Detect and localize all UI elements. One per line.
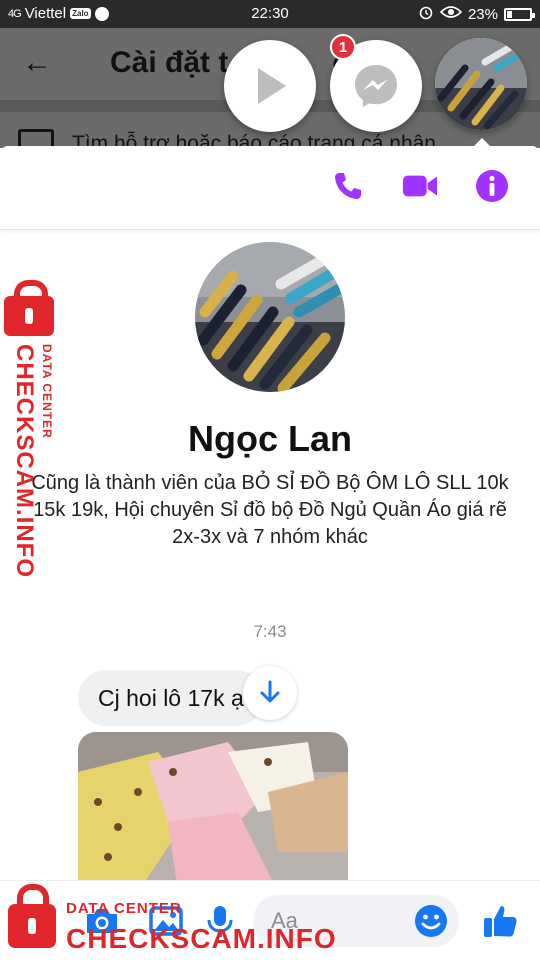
contact-profile-photo[interactable] xyxy=(195,242,345,392)
message-bubble[interactable]: Cj hoi lô 17k ạ xyxy=(78,670,264,726)
watermark-text: CHECKSCAM.INFO xyxy=(66,923,337,954)
video-camera-icon[interactable] xyxy=(402,168,438,204)
battery-icon xyxy=(504,7,535,21)
message-photo[interactable] xyxy=(78,732,348,892)
phone-icon[interactable] xyxy=(330,168,366,204)
chat-toolbar xyxy=(0,146,540,230)
info-icon[interactable] xyxy=(474,168,510,204)
alarm-icon xyxy=(418,4,434,24)
lock-icon xyxy=(4,280,54,336)
video-play-chat-head[interactable] xyxy=(224,40,316,132)
avatar xyxy=(435,38,527,130)
emoji-icon[interactable] xyxy=(411,901,451,941)
unread-badge: 1 xyxy=(330,34,356,60)
clothing-photo xyxy=(78,732,348,892)
avatar xyxy=(195,242,345,392)
thumbs-up-icon[interactable] xyxy=(480,901,520,941)
contact-name: Ngọc Lan xyxy=(187,418,352,459)
play-icon xyxy=(258,68,286,104)
watermark-subtext: DATA CENTER xyxy=(40,344,54,439)
contact-avatar-chat-head[interactable] xyxy=(435,38,527,130)
watermark-text: CHECKSCAM.INFO xyxy=(11,344,38,578)
status-bar: 4G Viettel Zalo 22:30 23% xyxy=(0,0,540,28)
screen: 4G Viettel Zalo 22:30 23% ← Cài đặt tcá … xyxy=(0,0,540,960)
eye-icon xyxy=(439,5,463,23)
battery-percent: 23% xyxy=(467,5,498,23)
messenger-icon xyxy=(355,65,397,107)
back-arrow-icon: ← xyxy=(22,46,52,79)
lock-icon xyxy=(8,884,56,948)
watermark-subtext: DATA CENTER xyxy=(66,900,182,917)
download-button[interactable] xyxy=(243,666,297,720)
mutual-groups-text: Cũng là thành viên của BỎ SỈ ĐỒ Bộ ÔM LÔ… xyxy=(31,472,509,548)
download-arrow-icon xyxy=(260,680,280,703)
watermark-side: CHECKSCAM.INFO DATA CENTER xyxy=(2,280,62,578)
message-timestamp: 7:43 xyxy=(253,622,287,641)
chat-sheet: Ngọc Lan Cũng là thành viên của BỎ SỈ ĐỒ… xyxy=(0,146,540,960)
